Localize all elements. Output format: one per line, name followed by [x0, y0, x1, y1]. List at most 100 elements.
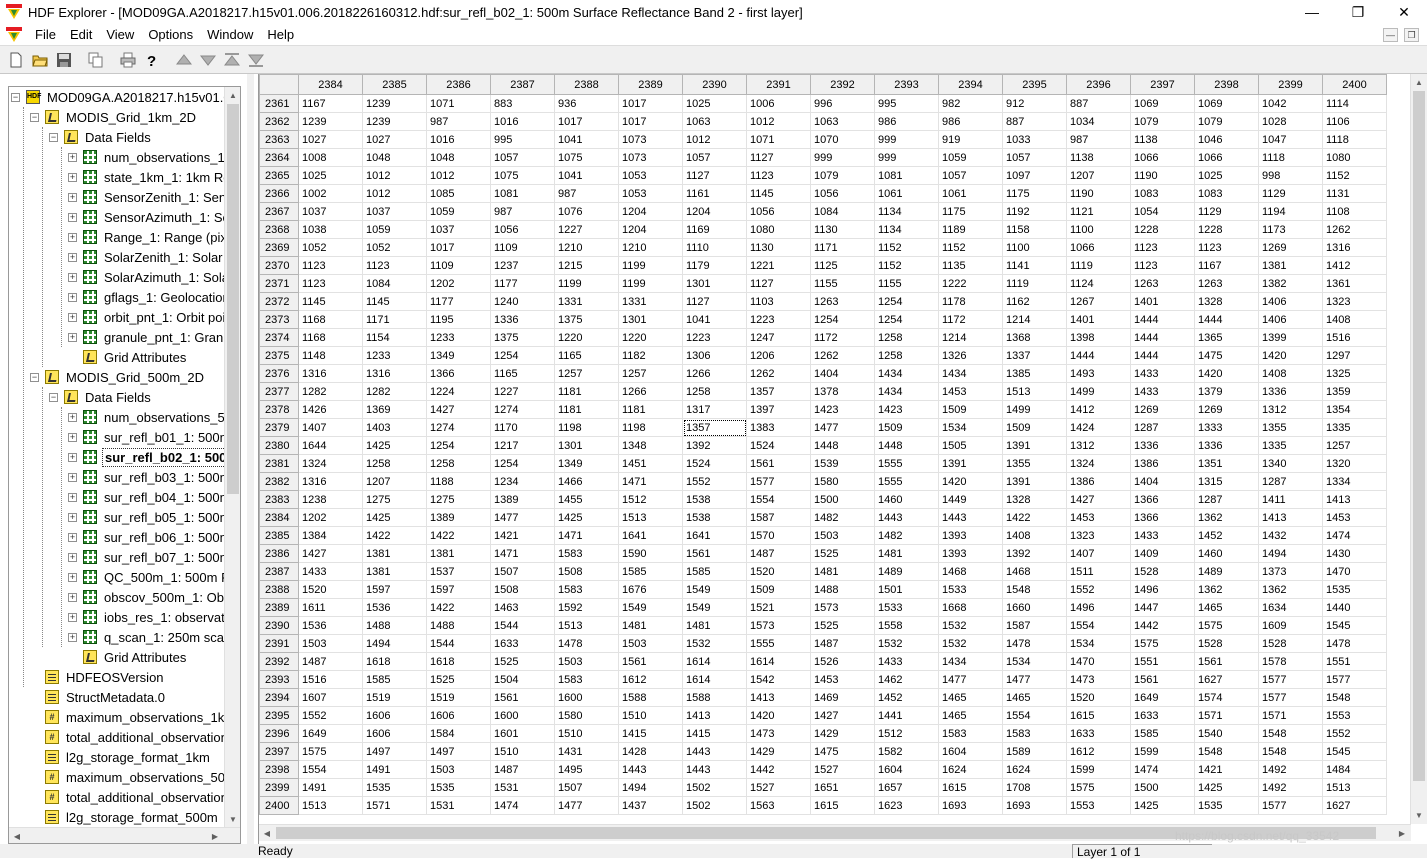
- grid-cell[interactable]: 1494: [618, 778, 683, 797]
- grid-cell[interactable]: 1048: [362, 148, 427, 167]
- grid-cell[interactable]: 1570: [746, 526, 811, 545]
- grid-cell[interactable]: 1606: [362, 706, 427, 725]
- grid-cell[interactable]: 1649: [298, 724, 363, 743]
- grid-cell[interactable]: 1386: [1130, 454, 1195, 473]
- grid-cell[interactable]: 1336: [1194, 436, 1259, 455]
- grid-cell[interactable]: 1141: [1002, 256, 1067, 275]
- grid-cell[interactable]: 1312: [1258, 400, 1323, 419]
- grid-cell[interactable]: 1444: [1130, 328, 1195, 347]
- pane-splitter[interactable]: [247, 74, 254, 844]
- grid-cell[interactable]: 1362: [1258, 580, 1323, 599]
- grid-cell[interactable]: 1477: [938, 670, 1003, 689]
- grid-cell[interactable]: 1434: [938, 652, 1003, 671]
- grid-cell[interactable]: 1431: [554, 742, 619, 761]
- grid-cell[interactable]: 1274: [426, 418, 491, 437]
- grid-cell[interactable]: 1482: [874, 526, 939, 545]
- grid-cell[interactable]: 1427: [426, 400, 491, 419]
- grid-cell[interactable]: 1548: [1002, 580, 1067, 599]
- row-header[interactable]: 2390: [259, 616, 299, 635]
- grid-cell[interactable]: 1075: [490, 166, 555, 185]
- column-header[interactable]: 2395: [1002, 74, 1067, 95]
- column-header[interactable]: 2394: [938, 74, 1003, 95]
- grid-cell[interactable]: 1168: [298, 328, 363, 347]
- tree-item-attribute[interactable]: HDFEOSVersion: [64, 669, 166, 686]
- grid-cell[interactable]: 919: [938, 130, 1003, 149]
- grid-cell[interactable]: 1413: [682, 706, 747, 725]
- grid-cell[interactable]: 1073: [618, 130, 683, 149]
- grid-cell[interactable]: 1587: [746, 508, 811, 527]
- scroll-up-icon[interactable]: ▲: [225, 87, 240, 103]
- grid-cell[interactable]: 1552: [1322, 724, 1387, 743]
- grid-cell[interactable]: 1447: [1130, 598, 1195, 617]
- expand-icon[interactable]: +: [68, 612, 77, 622]
- grid-cell[interactable]: 1468: [938, 562, 1003, 581]
- grid-cell[interactable]: 1520: [746, 562, 811, 581]
- grid-cell[interactable]: 1312: [1066, 436, 1131, 455]
- grid-cell[interactable]: 1524: [682, 454, 747, 473]
- grid-cell[interactable]: 1528: [1258, 634, 1323, 653]
- grid-cell[interactable]: 1577: [1258, 670, 1323, 689]
- row-header[interactable]: 2386: [259, 544, 299, 563]
- grid-cell[interactable]: 1412: [1322, 256, 1387, 275]
- grid-cell[interactable]: 1597: [362, 580, 427, 599]
- scroll-right-icon[interactable]: ▶: [1394, 825, 1410, 841]
- grid-cell[interactable]: 1484: [1322, 760, 1387, 779]
- grid-cell[interactable]: 1533: [938, 580, 1003, 599]
- row-header[interactable]: 2398: [259, 760, 299, 779]
- grid-cell[interactable]: 1369: [362, 400, 427, 419]
- grid-cell[interactable]: 1124: [1066, 274, 1131, 293]
- grid-cell[interactable]: 1448: [810, 436, 875, 455]
- grid-cell[interactable]: 1561: [746, 454, 811, 473]
- grid-cell[interactable]: 1118: [1322, 130, 1387, 149]
- grid-cell[interactable]: 1478: [554, 634, 619, 653]
- expand-icon[interactable]: +: [68, 572, 77, 582]
- tree-item-data-fields[interactable]: Data Fields: [83, 129, 153, 146]
- grid-cell[interactable]: 1033: [1002, 130, 1067, 149]
- restore-icon[interactable]: ❐: [1335, 0, 1381, 24]
- grid-cell[interactable]: 998: [1258, 166, 1323, 185]
- grid-cell[interactable]: 1471: [618, 472, 683, 491]
- grid-cell[interactable]: 1257: [554, 364, 619, 383]
- grid-cell[interactable]: 1453: [810, 670, 875, 689]
- grid-cell[interactable]: 1623: [874, 796, 939, 815]
- grid-cell[interactable]: 1359: [1322, 382, 1387, 401]
- grid-cell[interactable]: 1487: [298, 652, 363, 671]
- tree-item-dataset[interactable]: granule_pnt_1: Granule pointer: [102, 329, 240, 346]
- row-header[interactable]: 2368: [259, 220, 299, 239]
- grid-cell[interactable]: 1177: [490, 274, 555, 293]
- grid-cell[interactable]: 1443: [682, 742, 747, 761]
- grid-cell[interactable]: 1512: [618, 490, 683, 509]
- grid-cell[interactable]: 1592: [554, 598, 619, 617]
- column-header[interactable]: 2388: [554, 74, 619, 95]
- column-header[interactable]: 2396: [1066, 74, 1131, 95]
- column-header[interactable]: 2386: [426, 74, 491, 95]
- grid-cell[interactable]: 1328: [1002, 490, 1067, 509]
- grid-cell[interactable]: 1471: [490, 544, 555, 563]
- grid-cell[interactable]: 1536: [362, 598, 427, 617]
- grid-cell[interactable]: 1580: [810, 472, 875, 491]
- grid-cell[interactable]: 1121: [1066, 202, 1131, 221]
- grid-cell[interactable]: 1477: [1002, 670, 1067, 689]
- column-header[interactable]: 2400: [1322, 74, 1387, 95]
- grid-cell[interactable]: 986: [938, 112, 1003, 131]
- grid-cell[interactable]: 1477: [554, 796, 619, 815]
- row-header[interactable]: 2364: [259, 148, 299, 167]
- row-header[interactable]: 2394: [259, 688, 299, 707]
- grid-cell[interactable]: 1258: [874, 346, 939, 365]
- grid-cell[interactable]: 1073: [618, 148, 683, 167]
- grid-cell[interactable]: 1430: [1322, 544, 1387, 563]
- tree-item-attribute[interactable]: l2g_storage_format_1km: [64, 749, 212, 766]
- grid-cell[interactable]: 1349: [554, 454, 619, 473]
- grid-cell[interactable]: 1382: [1258, 274, 1323, 293]
- grid-cell[interactable]: 1079: [1130, 112, 1195, 131]
- grid-cell[interactable]: 1401: [1130, 292, 1195, 311]
- grid-cell[interactable]: 1069: [1194, 94, 1259, 113]
- grid-cell[interactable]: 999: [874, 130, 939, 149]
- column-header[interactable]: 2389: [618, 74, 683, 95]
- grid-cell[interactable]: 1258: [682, 382, 747, 401]
- row-header[interactable]: 2399: [259, 778, 299, 797]
- grid-cell[interactable]: 1433: [874, 652, 939, 671]
- row-header[interactable]: 2387: [259, 562, 299, 581]
- grid-cell[interactable]: 1443: [618, 760, 683, 779]
- grid-cell[interactable]: 1577: [746, 472, 811, 491]
